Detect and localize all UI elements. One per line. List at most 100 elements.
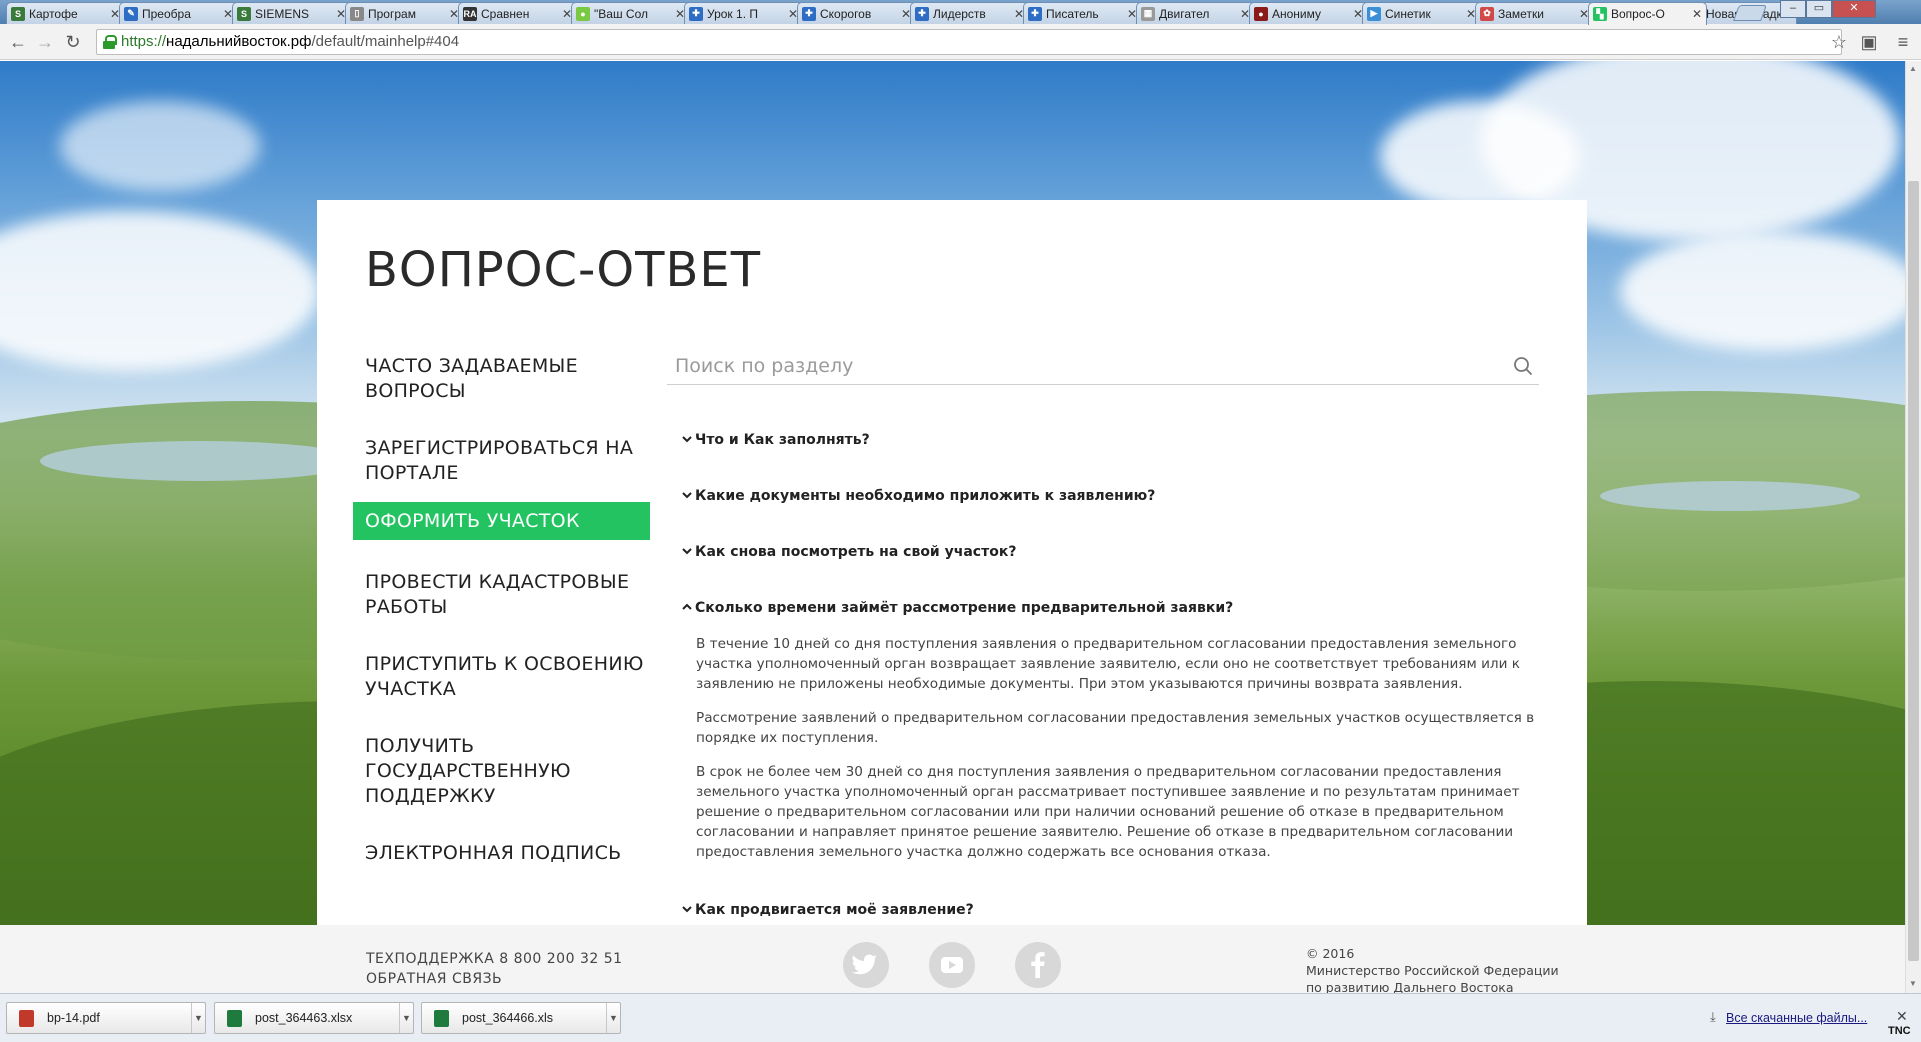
favicon-icon: ✚ <box>802 6 816 21</box>
chevron-up-icon <box>682 603 692 610</box>
new-tab-button[interactable] <box>1733 5 1767 21</box>
forward-arrow-icon[interactable]: → <box>33 30 57 54</box>
nav-item-label: ЗАРЕГИСТРИРОВАТЬСЯ НА ПОРТАЛЕ <box>365 437 634 484</box>
download-filename: bp-14.pdf <box>47 1011 100 1025</box>
nav-item-develop[interactable]: ПРИСТУПИТЬ К ОСВОЕНИЮ УЧАСТКА <box>353 650 650 704</box>
nav-item-label: ЧАСТО ЗАДАВАЕМЫЕ ВОПРОСЫ <box>365 355 578 402</box>
bookmark-star-icon[interactable]: ☆ <box>1828 31 1850 53</box>
favicon-icon: ▶ <box>1367 6 1381 21</box>
favicon-icon: ✚ <box>1028 6 1042 21</box>
menu-icon[interactable]: ≡ <box>1892 31 1914 53</box>
close-window-button[interactable]: ✕ <box>1832 0 1876 18</box>
support-phone: ТЕХПОДДЕРЖКА 8 800 200 32 51 <box>366 951 623 967</box>
tray-label: TNC <box>1888 1025 1911 1037</box>
reload-icon[interactable]: ↻ <box>61 30 85 54</box>
faq-question[interactable]: Какие документы необходимо приложить к з… <box>681 488 1155 504</box>
browser-tab[interactable]: ✚ Урок 1. П ✕ <box>684 2 803 24</box>
maximize-button[interactable]: ▭ <box>1806 0 1832 18</box>
download-item[interactable]: bp-14.pdf ▼ <box>6 1002 206 1034</box>
nav-item-faq[interactable]: ЧАСТО ЗАДАВАЕМЫЕ ВОПРОСЫ <box>353 352 650 406</box>
back-arrow-icon[interactable]: ← <box>6 30 30 54</box>
download-filename: post_364466.xls <box>462 1011 554 1025</box>
tab-strip: S Картофе ✕ ✎ Преобра ✕ S SIEMENS ✕ ▯ Програм ✕ RA Ср… <box>0 0 1921 25</box>
nav-item-label: ПОЛУЧИТЬ ГОСУДАРСТВЕННУЮ ПОДДЕРЖКУ <box>365 735 571 807</box>
faq-question-label: Какие документы необходимо приложить к з… <box>695 488 1156 504</box>
chevron-down-icon[interactable]: ▼ <box>191 1003 205 1033</box>
favicon-icon: ● <box>576 6 590 21</box>
search-icon[interactable] <box>1513 356 1533 376</box>
page-footer: ТЕХПОДДЕРЖКА 8 800 200 32 51 ОБРАТНАЯ СВ… <box>0 925 1905 993</box>
browser-tab[interactable]: ▚ Вопрос-О ✕ <box>1588 2 1707 25</box>
favicon-icon: ✚ <box>915 6 929 21</box>
twitter-icon[interactable] <box>843 942 889 988</box>
copyright-line: Министерство Российской Федерации <box>1306 963 1559 978</box>
tab-title: SIEMENS <box>255 6 310 21</box>
favicon-icon: ✚ <box>689 6 703 21</box>
minimize-button[interactable]: – <box>1780 0 1806 18</box>
browser-tab[interactable]: S Картофе ✕ <box>6 2 125 24</box>
browser-tab[interactable]: ✚ Скорогов ✕ <box>797 2 916 24</box>
browser-tab[interactable]: ✿ Заметки ✕ <box>1475 2 1594 24</box>
browser-tab[interactable]: ✚ Писатель ✕ <box>1023 2 1142 24</box>
browser-tab[interactable]: ▯ Програм ✕ <box>345 2 464 24</box>
faq-question[interactable]: Как продвигается моё заявление? <box>681 902 974 918</box>
address-bar[interactable]: https://надальнийвосток.рф/default/mainh… <box>96 29 1842 55</box>
page-title: ВОПРОС-ОТВЕТ <box>365 242 762 298</box>
faq-question-label: Как снова посмотреть на свой участок? <box>695 544 1017 560</box>
page-scrollbar[interactable]: ▲ ▼ <box>1905 61 1921 993</box>
browser-tab[interactable]: ✎ Преобра ✕ <box>119 2 238 24</box>
nav-item-label: ПРИСТУПИТЬ К ОСВОЕНИЮ УЧАСТКА <box>365 653 644 700</box>
browser-tab[interactable]: ✚ Лидерств ✕ <box>910 2 1029 24</box>
tab-title: Сравнен <box>481 6 530 21</box>
download-item[interactable]: post_364463.xlsx ▼ <box>214 1002 414 1034</box>
favicon-icon: RA <box>463 6 477 21</box>
lock-icon <box>103 35 117 49</box>
all-downloads-link[interactable]: Все скачанные файлы... <box>1726 1011 1867 1025</box>
scroll-up-arrow-icon[interactable]: ▲ <box>1909 64 1917 73</box>
downloads-bar: bp-14.pdf ▼ post_364463.xlsx ▼ post_3644… <box>0 993 1921 1042</box>
browser-tab[interactable]: ● Анониму ✕ <box>1249 2 1368 24</box>
close-tab-icon[interactable]: ✕ <box>1692 7 1702 21</box>
nav-item-register[interactable]: ЗАРЕГИСТРИРОВАТЬСЯ НА ПОРТАЛЕ <box>353 434 650 488</box>
scroll-thumb[interactable] <box>1908 181 1919 961</box>
faq-question-label: Что и Как заполнять? <box>695 432 870 448</box>
chevron-down-icon[interactable]: ▼ <box>399 1003 413 1033</box>
browser-tab[interactable]: ● "Ваш Сол ✕ <box>571 2 690 24</box>
nav-item-support[interactable]: ПОЛУЧИТЬ ГОСУДАРСТВЕННУЮ ПОДДЕРЖКУ <box>353 732 650 810</box>
browser-toolbar: ← → ↻ https://надальнийвосток.рф/default… <box>0 24 1921 60</box>
browser-tab[interactable]: RA Сравнен ✕ <box>458 2 577 24</box>
favicon-icon: S <box>11 6 25 21</box>
copyright: © 2016 Министерство Российской Федерации… <box>1306 945 1559 993</box>
faq-card: ВОПРОС-ОТВЕТ ЧАСТО ЗАДАВАЕМЫЕ ВОПРОСЫ ЗА… <box>317 200 1587 957</box>
url-path: /default/mainhelp#404 <box>311 33 460 50</box>
chevron-down-icon[interactable]: ▼ <box>606 1003 620 1033</box>
feedback-link[interactable]: ОБРАТНАЯ СВЯЗЬ <box>366 969 623 989</box>
browser-tab[interactable]: ▦ Двигател ✕ <box>1136 2 1255 24</box>
faq-question-expanded[interactable]: Сколько времени займёт рассмотрение пред… <box>681 600 1233 616</box>
support-info: ТЕХПОДДЕРЖКА 8 800 200 32 51 ОБРАТНАЯ СВ… <box>366 949 623 989</box>
close-icon[interactable]: ✕ <box>1896 1008 1908 1025</box>
nav-item-cadastral[interactable]: ПРОВЕСТИ КАДАСТРОВЫЕ РАБОТЫ <box>353 568 650 622</box>
nav-item-plot[interactable]: ОФОРМИТЬ УЧАСТОК <box>353 502 650 540</box>
search-input[interactable] <box>667 347 1487 384</box>
tab-title: Урок 1. П <box>707 6 758 21</box>
section-search <box>667 347 1539 385</box>
nav-item-signature[interactable]: ЭЛЕКТРОННАЯ ПОДПИСЬ <box>353 839 650 869</box>
url-scheme: https:// <box>121 33 167 50</box>
tab-title: Скорогов <box>820 6 872 21</box>
youtube-icon[interactable] <box>929 942 975 988</box>
faq-question[interactable]: Что и Как заполнять? <box>681 432 870 448</box>
nav-item-label: ОФОРМИТЬ УЧАСТОК <box>365 510 580 532</box>
faq-question-label: Как продвигается моё заявление? <box>695 902 974 918</box>
facebook-icon[interactable] <box>1015 942 1061 988</box>
url-host: надальнийвосток.рф <box>166 33 312 50</box>
browser-tab[interactable]: ▶ Синетик ✕ <box>1362 2 1481 24</box>
faq-question[interactable]: Как снова посмотреть на свой участок? <box>681 544 1016 560</box>
download-item[interactable]: post_364466.xls ▼ <box>421 1002 621 1034</box>
favicon-icon: ▚ <box>1593 7 1607 21</box>
extension-icon[interactable]: ▣ <box>1858 31 1880 53</box>
browser-tab[interactable]: S SIEMENS ✕ <box>232 2 351 24</box>
favicon-icon: ● <box>1254 6 1268 21</box>
scroll-down-arrow-icon[interactable]: ▼ <box>1909 979 1917 988</box>
chevron-down-icon <box>682 436 692 443</box>
